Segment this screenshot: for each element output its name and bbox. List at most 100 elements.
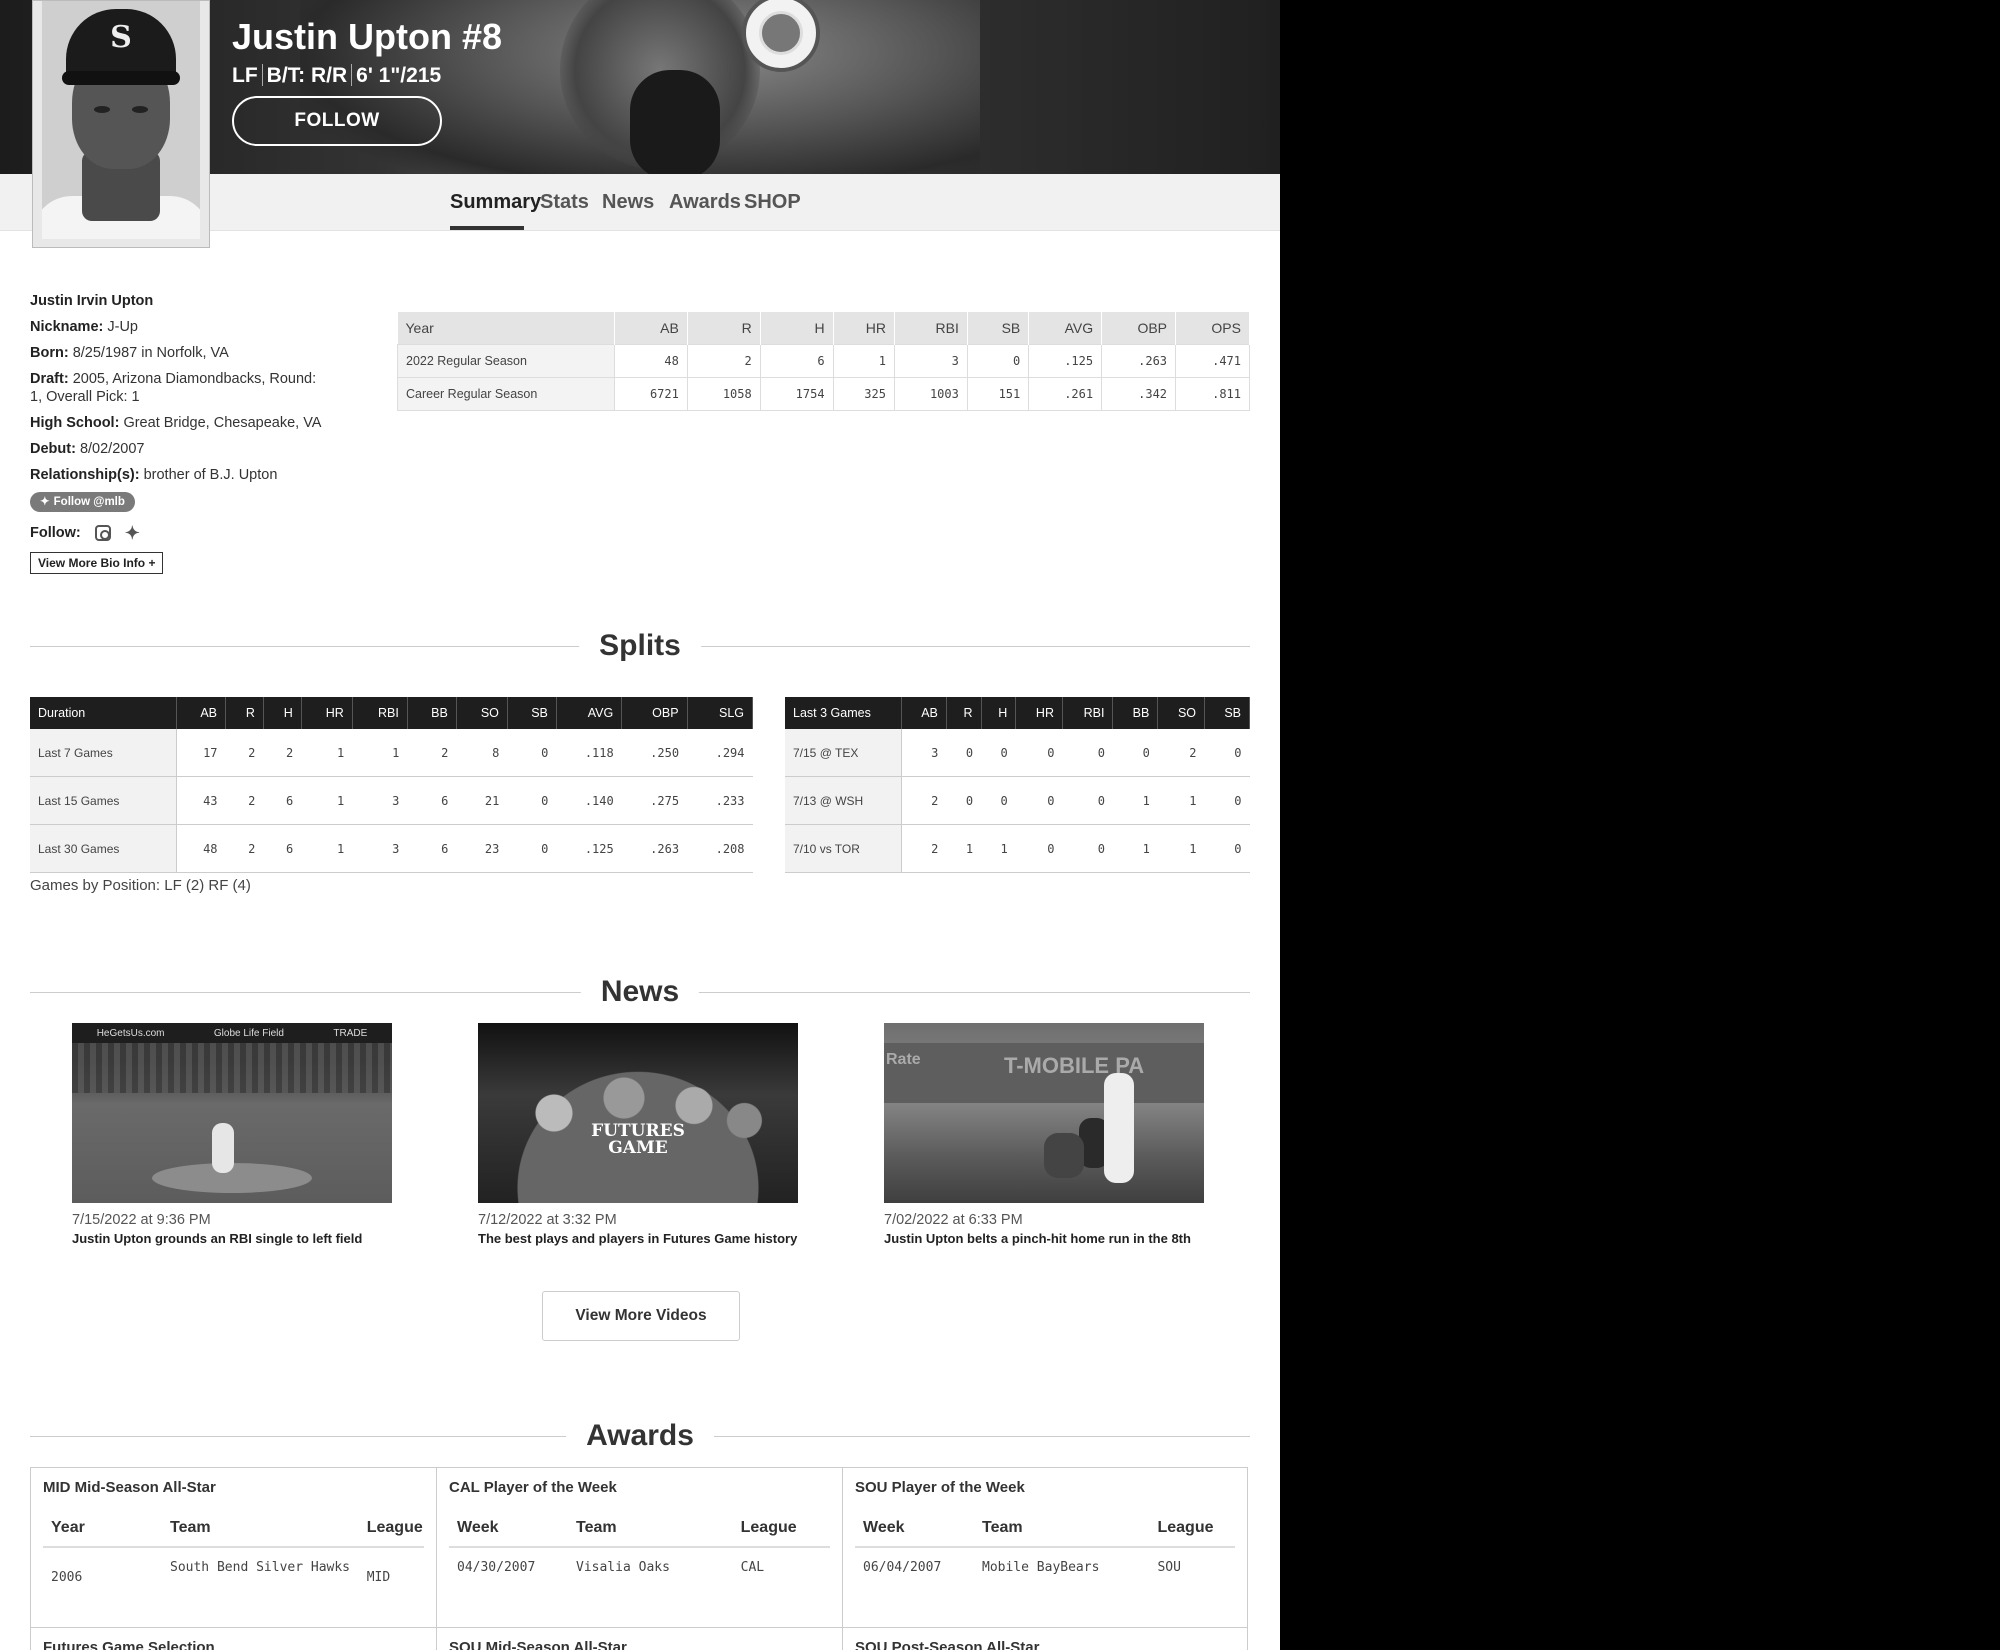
table-cell: .263 xyxy=(621,824,688,873)
news-thumbnail[interactable]: FUTURES GAME xyxy=(478,1023,798,1203)
table-cell: 1 xyxy=(832,344,895,378)
bio-debut-label: Debut: xyxy=(30,441,76,457)
table-cell: 0 xyxy=(1204,776,1250,825)
news-card[interactable]: FUTURES GAME 7/12/2022 at 3:32 PM The bes… xyxy=(478,1023,798,1247)
table-cell: 2 xyxy=(686,344,761,378)
column-header: H xyxy=(981,697,1017,729)
table-cell: 1 xyxy=(301,776,353,825)
table-cell: .294 xyxy=(687,729,753,777)
bio-nickname: J-Up xyxy=(107,319,138,335)
tab-stats[interactable]: Stats xyxy=(540,174,589,230)
headshot-image: S xyxy=(42,1,200,239)
table-cell: 0 xyxy=(507,776,557,825)
column-header: H xyxy=(760,312,834,345)
award-title: SOU Mid-Season All-Star xyxy=(449,1639,627,1650)
column-header: League xyxy=(732,1510,830,1548)
splits-section-heading: Splits xyxy=(30,626,1250,666)
table-row: 2022 Regular Season 48 2 6 1 3 0 .125 .2… xyxy=(397,344,1250,378)
award-card: Futures Game Selection xyxy=(31,1628,437,1650)
table-header-row: Last 3 Games AB R H HR RBI BB SO SB xyxy=(785,697,1250,729)
award-card: SOU Post-Season All-Star xyxy=(843,1628,1247,1650)
table-cell: Mobile BayBears xyxy=(982,1560,1100,1575)
table-cell: 1 xyxy=(981,824,1016,873)
table-cell: 3 xyxy=(352,824,408,873)
news-thumbnail[interactable]: Rate T-MOBILE PA xyxy=(884,1023,1204,1203)
tab-shop[interactable]: SHOP xyxy=(744,174,801,230)
follow-button[interactable]: FOLLOW xyxy=(232,96,442,146)
table-cell: .140 xyxy=(556,776,622,825)
table-cell: 8 xyxy=(456,729,508,777)
twitter-follow-button[interactable]: ✦ Follow @mlb xyxy=(30,492,135,512)
news-card[interactable]: Rate T-MOBILE PA 7/02/2022 at 6:33 PM Ju… xyxy=(884,1023,1204,1247)
table-cell: 04/30/2007 xyxy=(457,1560,536,1575)
table-cell: 43 xyxy=(176,776,226,825)
column-header: SB xyxy=(1204,697,1250,729)
twitter-icon[interactable]: ✦ xyxy=(125,524,140,542)
splits-title: Splits xyxy=(579,626,701,666)
player-height-weight: 6' 1"/215 xyxy=(356,64,442,87)
column-header: SB xyxy=(967,312,1030,345)
news-section-heading: News xyxy=(30,972,1250,1012)
table-cell: 1 xyxy=(301,729,353,777)
table-cell: 0 xyxy=(1062,729,1113,777)
column-header: Week xyxy=(449,1510,568,1548)
table-cell: .811 xyxy=(1175,377,1250,411)
news-card[interactable]: HeGetsUs.com Globe Life Field TRADE 7/15/2… xyxy=(72,1023,392,1247)
view-more-videos-button[interactable]: View More Videos xyxy=(542,1291,740,1341)
twitter-follow-label: Follow @mlb xyxy=(53,496,125,508)
news-headline[interactable]: Justin Upton belts a pinch-hit home run … xyxy=(884,1231,1204,1247)
bio-high-school-label: High School: xyxy=(30,415,120,431)
awards-grid: MID Mid-Season All-Star Year Team League 2… xyxy=(30,1467,1248,1650)
news-headline[interactable]: The best plays and players in Futures Ga… xyxy=(478,1231,798,1247)
award-title: Futures Game Selection xyxy=(43,1639,215,1650)
column-header: AB xyxy=(901,697,947,729)
tab-summary[interactable]: Summary xyxy=(450,174,541,230)
table-cell: 1 xyxy=(1112,824,1158,873)
table-cell: 1 xyxy=(1157,776,1205,825)
awards-section-heading: Awards xyxy=(30,1416,1250,1456)
bio-full-name: Justin Irvin Upton xyxy=(30,293,154,309)
player-bio: Justin Irvin Upton Nickname: J-Up Born: … xyxy=(30,292,350,574)
table-cell: Career Regular Season xyxy=(397,377,615,411)
award-card: SOU Player of the Week Week Team League 06… xyxy=(843,1468,1247,1628)
column-header: League xyxy=(358,1510,424,1548)
news-date: 7/12/2022 at 3:32 PM xyxy=(478,1212,617,1228)
table-cell: 3 xyxy=(893,344,968,378)
table-cell: 2 xyxy=(407,729,457,777)
news-headline[interactable]: Justin Upton grounds an RBI single to le… xyxy=(72,1231,392,1247)
table-cell: 2022 Regular Season xyxy=(397,344,615,378)
table-cell: SOU xyxy=(1157,1560,1181,1575)
table-cell: 0 xyxy=(966,344,1030,378)
instagram-icon[interactable] xyxy=(94,525,111,541)
news-thumbnail[interactable]: HeGetsUs.com Globe Life Field TRADE xyxy=(72,1023,392,1203)
table-cell: 17 xyxy=(176,729,226,777)
table-cell: 6721 xyxy=(614,377,688,411)
column-header: OBP xyxy=(621,697,688,729)
table-cell: 325 xyxy=(832,377,895,411)
table-cell: 0 xyxy=(1112,729,1158,777)
table-row: Last 30 Games 48 2 6 1 3 6 23 0.125.263.208 xyxy=(30,824,753,873)
bio-relationship-label: Relationship(s): xyxy=(30,467,140,483)
tab-news[interactable]: News xyxy=(602,174,654,230)
table-cell: 1 xyxy=(352,729,408,777)
table-cell: .125 xyxy=(1028,344,1103,378)
table-row: Career Regular Season 6721 1058 1754 325… xyxy=(397,377,1250,411)
column-header: League xyxy=(1149,1510,1235,1548)
table-row: Last 7 Games 17 2 2 1 1 2 8 0.118.250.294 xyxy=(30,729,753,777)
view-more-bio-button[interactable]: View More Bio Info + xyxy=(30,552,164,574)
column-header: HR xyxy=(1015,697,1063,729)
award-card: MID Mid-Season All-Star Year Team League 2… xyxy=(31,1468,437,1628)
table-cell: 0 xyxy=(507,824,557,873)
table-row: 2006 South Bend Silver Hawks MID xyxy=(43,1547,424,1588)
award-table: Week Team League 06/04/2007 Mobile BayBears… xyxy=(855,1510,1235,1578)
table-cell: 21 xyxy=(456,776,508,825)
table-cell: 1 xyxy=(301,824,353,873)
bio-draft-label: Draft: xyxy=(30,371,69,387)
table-cell: 0 xyxy=(946,729,982,777)
table-cell: 1058 xyxy=(686,377,761,411)
tab-awards[interactable]: Awards xyxy=(668,174,742,230)
thumb-banner-text: TRADE xyxy=(333,1027,368,1039)
table-cell: Visalia Oaks xyxy=(576,1560,670,1575)
column-header: Team xyxy=(568,1510,733,1548)
table-cell: 2 xyxy=(225,824,264,873)
